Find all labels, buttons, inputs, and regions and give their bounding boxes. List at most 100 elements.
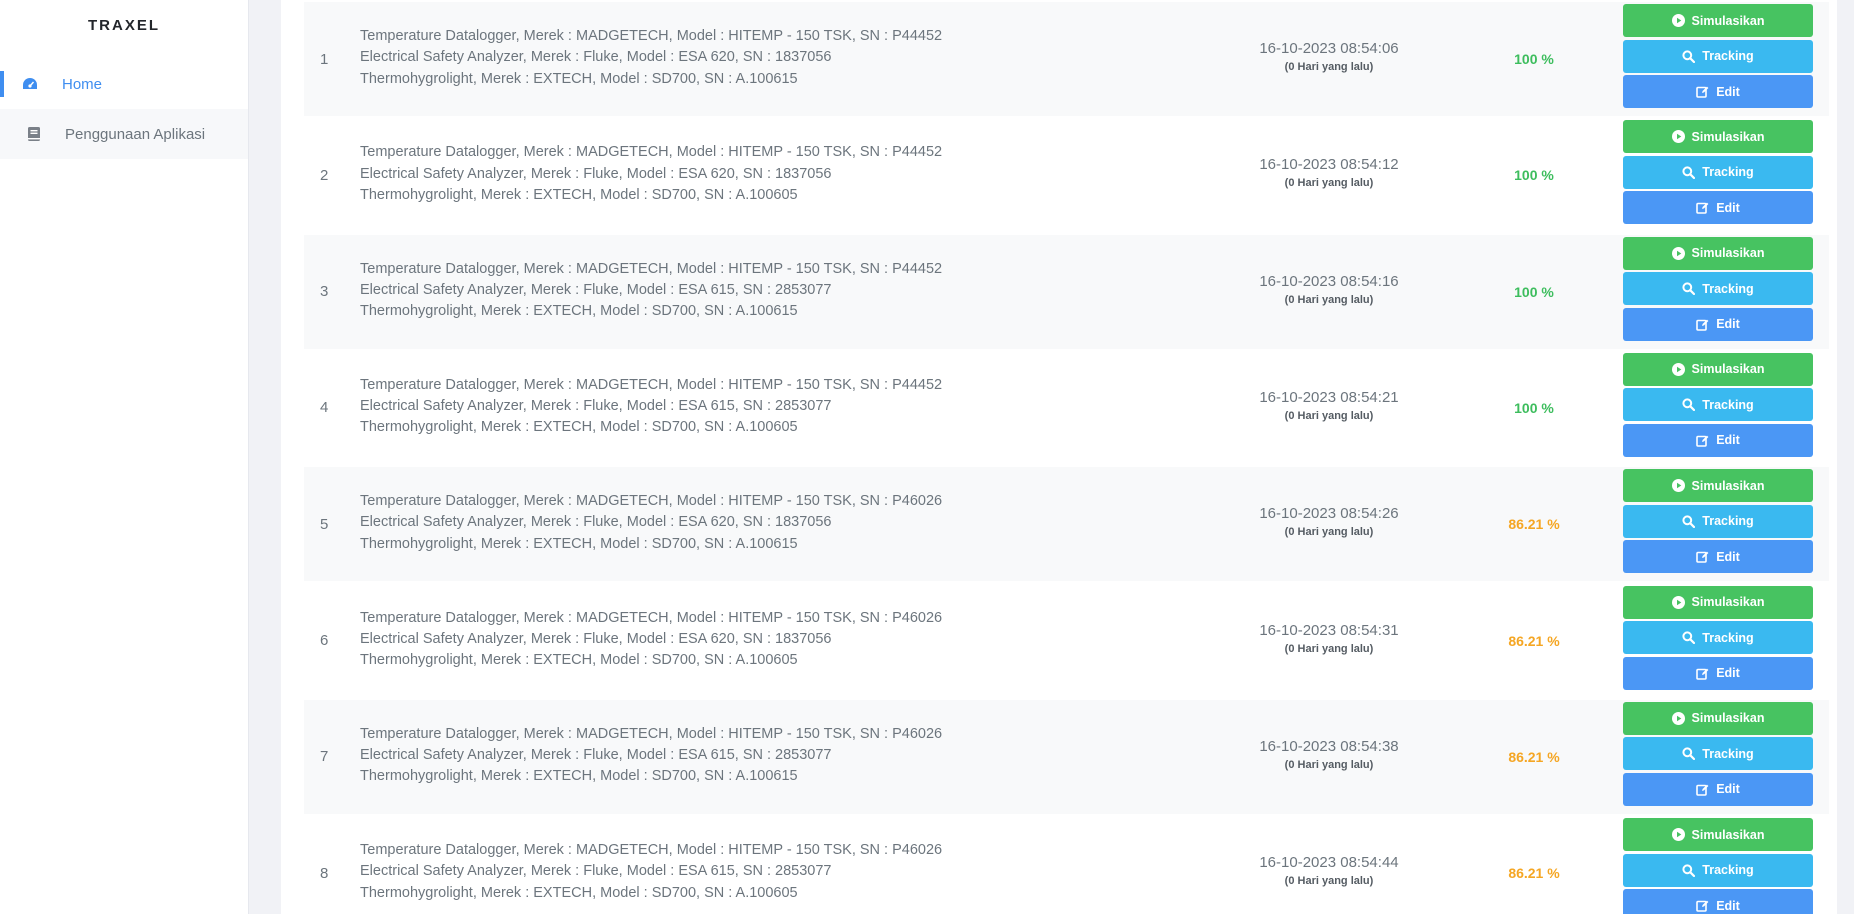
table-row: 5 Temperature Datalogger, Merek : MADGETE…	[304, 467, 1829, 582]
edit-label: Edit	[1716, 549, 1740, 564]
simulate-button[interactable]: Simulasikan	[1623, 236, 1813, 270]
completion-percent: 86.21 %	[1508, 865, 1560, 882]
simulate-label: Simulasikan	[1691, 827, 1765, 842]
equipment-line: Thermohygrolight, Merek : EXTECH, Model …	[360, 419, 798, 436]
row-number: 7	[320, 748, 329, 766]
equipment-list: Temperature Datalogger, Merek : MADGETEC…	[360, 840, 942, 904]
tracking-label: Tracking	[1702, 863, 1754, 878]
equipment-line: Temperature Datalogger, Merek : MADGETEC…	[360, 28, 943, 44]
search-icon	[1682, 863, 1696, 877]
sidebar-item-penggunaan-aplikasi[interactable]: Penggunaan Aplikasi	[0, 109, 248, 159]
search-icon	[1682, 166, 1696, 179]
row-number: 5	[320, 515, 329, 533]
equipment-line: Electrical Safety Analyzer, Merek : Fluk…	[360, 747, 832, 764]
row-actions: Simulasikan Tracking Edit	[1623, 818, 1813, 914]
tracking-button[interactable]: Tracking	[1623, 853, 1813, 887]
equipment-line: Electrical Safety Analyzer, Merek : Fluk…	[360, 398, 832, 415]
equipment-line: Thermohygrolight, Merek : EXTECH, Model …	[360, 303, 798, 320]
relative-time: (0 Hari yang lalu)	[1284, 526, 1374, 539]
simulate-button[interactable]: Simulasikan	[1623, 818, 1813, 852]
relative-time: (0 Hari yang lalu)	[1284, 177, 1374, 190]
simulate-button[interactable]: Simulasikan	[1623, 585, 1813, 619]
edit-button[interactable]: Edit	[1623, 423, 1813, 457]
equipment-line: Electrical Safety Analyzer, Merek : Fluk…	[360, 863, 832, 880]
tracking-button[interactable]: Tracking	[1623, 272, 1813, 306]
equipment-list: Temperature Datalogger, Merek : MADGETEC…	[360, 375, 942, 439]
simulate-label: Simulasikan	[1691, 362, 1765, 377]
table-row: 2 Temperature Datalogger, Merek : MADGETE…	[304, 118, 1829, 233]
simulate-label: Simulasikan	[1691, 711, 1765, 726]
sidebar-item-label: Home	[62, 75, 103, 93]
completion-percent: 100 %	[1514, 167, 1554, 184]
edit-button[interactable]: Edit	[1623, 75, 1813, 108]
equipment-list: Temperature Datalogger, Merek : MADGETEC…	[360, 491, 942, 555]
edit-button[interactable]: Edit	[1623, 889, 1813, 914]
completion-percent: 100 %	[1514, 283, 1554, 300]
sidebar-item-home[interactable]: Home	[0, 59, 248, 109]
tracking-button[interactable]: Tracking	[1623, 155, 1813, 189]
edit-button[interactable]: Edit	[1623, 307, 1813, 341]
equipment-list: Temperature Datalogger, Merek : MADGETEC…	[360, 142, 942, 206]
search-icon	[1682, 49, 1696, 63]
equipment-line: Electrical Safety Analyzer, Merek : Fluk…	[360, 514, 832, 531]
tracking-label: Tracking	[1702, 49, 1754, 63]
search-icon	[1682, 747, 1696, 761]
equipment-line: Temperature Datalogger, Merek : MADGETEC…	[360, 144, 943, 161]
timestamp: 16-10-2023 08:54:21	[1259, 388, 1399, 406]
dashboard-icon	[23, 78, 37, 89]
timestamp: 16-10-2023 08:54:26	[1259, 505, 1399, 523]
edit-label: Edit	[1716, 317, 1740, 332]
equipment-line: Electrical Safety Analyzer, Merek : Fluk…	[360, 49, 832, 66]
edit-button[interactable]: Edit	[1623, 772, 1813, 806]
edit-button[interactable]: Edit	[1623, 191, 1813, 225]
equipment-list: Temperature Datalogger, Merek : MADGETEC…	[360, 259, 942, 323]
completion-percent: 100 %	[1514, 399, 1554, 416]
tracking-button[interactable]: Tracking	[1623, 504, 1813, 538]
tracking-label: Tracking	[1702, 630, 1754, 645]
row-number: 4	[320, 399, 329, 417]
tracking-button[interactable]: Tracking	[1623, 621, 1813, 654]
equipment-line: Electrical Safety Analyzer, Merek : Fluk…	[360, 630, 832, 647]
timestamp-cell: 16-10-2023 08:54:31 (0 Hari yang lalu)	[1249, 622, 1409, 655]
edit-icon	[1696, 900, 1709, 912]
simulate-button[interactable]: Simulasikan	[1623, 4, 1813, 37]
tracking-button[interactable]: Tracking	[1623, 388, 1813, 422]
completion-percent: 86.21 %	[1508, 516, 1560, 533]
edit-button[interactable]: Edit	[1623, 656, 1813, 690]
simulate-button[interactable]: Simulasikan	[1623, 352, 1813, 386]
edit-label: Edit	[1716, 666, 1740, 680]
timestamp-cell: 16-10-2023 08:54:44 (0 Hari yang lalu)	[1249, 854, 1409, 887]
edit-button[interactable]: Edit	[1623, 540, 1813, 574]
row-number: 1	[320, 50, 329, 68]
edit-label: Edit	[1716, 433, 1740, 448]
simulate-button[interactable]: Simulasikan	[1623, 469, 1813, 503]
tracking-label: Tracking	[1702, 397, 1754, 412]
tracking-button[interactable]: Tracking	[1623, 39, 1813, 73]
timestamp-cell: 16-10-2023 08:54:21 (0 Hari yang lalu)	[1249, 389, 1409, 422]
brand-logo[interactable]: TRAXEL	[0, 17, 248, 34]
simulate-button[interactable]: Simulasikan	[1623, 701, 1813, 735]
timestamp-cell: 16-10-2023 08:54:06 (0 Hari yang lalu)	[1249, 40, 1409, 73]
completion-percent: 86.21 %	[1508, 632, 1560, 649]
tracking-button[interactable]: Tracking	[1623, 737, 1813, 771]
table-row: 4 Temperature Datalogger, Merek : MADGETE…	[304, 350, 1829, 465]
equipment-list: Temperature Datalogger, Merek : MADGETEC…	[360, 724, 942, 788]
equipment-list: Temperature Datalogger, Merek : MADGETEC…	[360, 26, 942, 90]
row-actions: Simulasikan Tracking Edit	[1623, 585, 1813, 693]
edit-label: Edit	[1716, 84, 1740, 99]
edit-icon	[1696, 86, 1709, 98]
play-circle-icon	[1671, 130, 1685, 144]
relative-time: (0 Hari yang lalu)	[1284, 61, 1374, 73]
table-row: 6 Temperature Datalogger, Merek : MADGETE…	[304, 583, 1829, 698]
tracking-label: Tracking	[1702, 281, 1754, 296]
edit-icon	[1696, 551, 1709, 563]
edit-icon	[1696, 435, 1709, 447]
edit-icon	[1696, 202, 1709, 215]
play-circle-icon	[1671, 595, 1685, 609]
equipment-line: Temperature Datalogger, Merek : MADGETEC…	[360, 493, 943, 510]
simulate-button[interactable]: Simulasikan	[1623, 120, 1813, 154]
edit-label: Edit	[1716, 898, 1740, 913]
equipment-list: Temperature Datalogger, Merek : MADGETEC…	[360, 608, 942, 672]
play-circle-icon	[1671, 362, 1685, 376]
edit-label: Edit	[1716, 200, 1740, 215]
